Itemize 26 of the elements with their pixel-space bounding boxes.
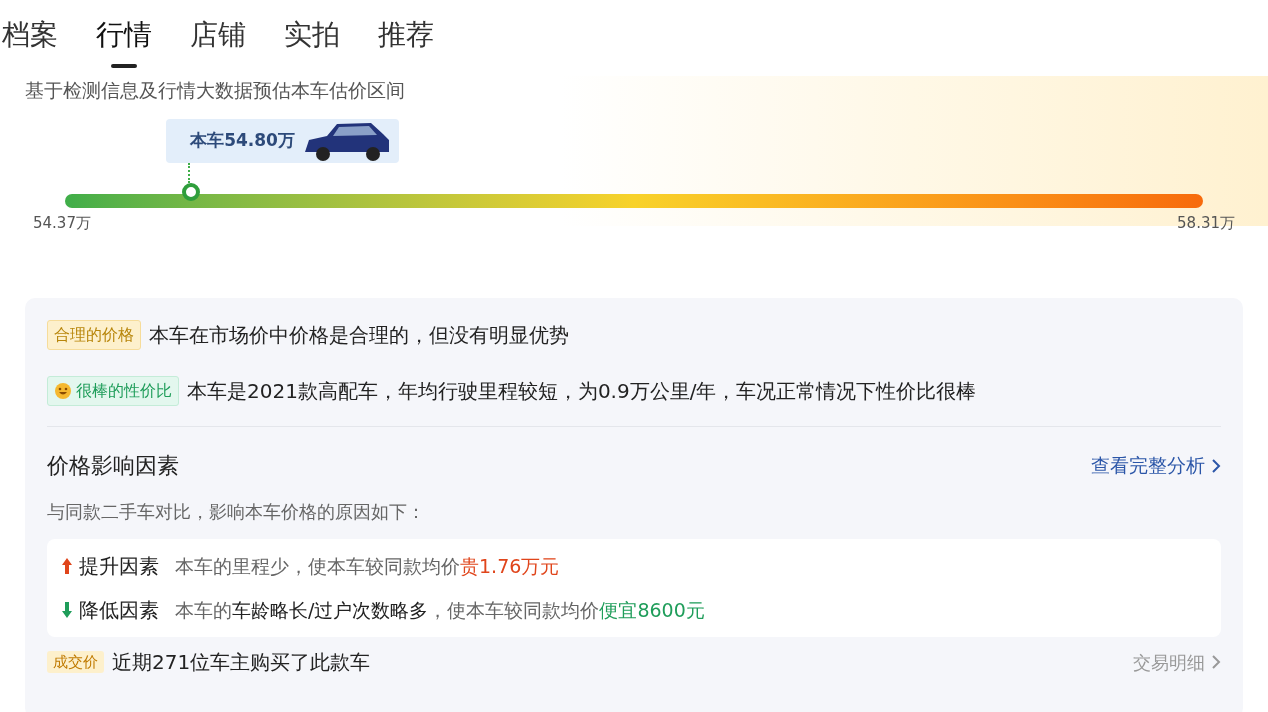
chevron-right-icon [1211, 457, 1221, 474]
section-subtitle: 与同款二手车对比，影响本车价格的原因如下： [47, 500, 426, 524]
estimate-caption: 基于检测信息及行情大数据预估本车估价区间 [25, 78, 406, 103]
tab[interactable]: 店铺 [190, 12, 246, 70]
section-title: 价格影响因素 [47, 452, 179, 480]
deal-badge: 成交价 [47, 650, 104, 674]
verdict-badge: 很棒的性价比 [47, 376, 179, 406]
tab[interactable]: 档案 [2, 12, 58, 70]
max-price: 58.31万 [1177, 213, 1235, 234]
down-arrow-icon [61, 601, 73, 619]
tab[interactable]: 推荐 [378, 12, 434, 70]
up-arrow-icon [61, 557, 73, 575]
verdict-text: 本车在市场价中价格是合理的，但没有明显优势 [149, 322, 569, 349]
factor-label: 降低因素 [79, 597, 159, 624]
tab[interactable]: 行情 [96, 12, 152, 70]
deal-text: 近期271位车主购买了此款车 [112, 649, 371, 676]
verdict-badge: 合理的价格 [47, 320, 141, 350]
verdict-text: 本车是2021款高配车，年均行驶里程较短，为0.9万公里/年，车况正常情况下性价比很棒 [187, 378, 977, 405]
factor-label: 提升因素 [79, 553, 159, 580]
factor-text: 本车的车龄略长/过户次数略多，使本车较同款均价便宜8600元 [175, 597, 705, 623]
smiley-icon [54, 382, 72, 400]
tab[interactable]: 实拍 [284, 12, 340, 70]
chevron-right-icon [1211, 654, 1221, 670]
factor-text: 本车的里程少，使本车较同款均价贵1.76万元 [175, 553, 560, 579]
full-analysis-link[interactable]: 查看完整分析 [1091, 451, 1221, 480]
min-price: 54.37万 [33, 213, 91, 234]
